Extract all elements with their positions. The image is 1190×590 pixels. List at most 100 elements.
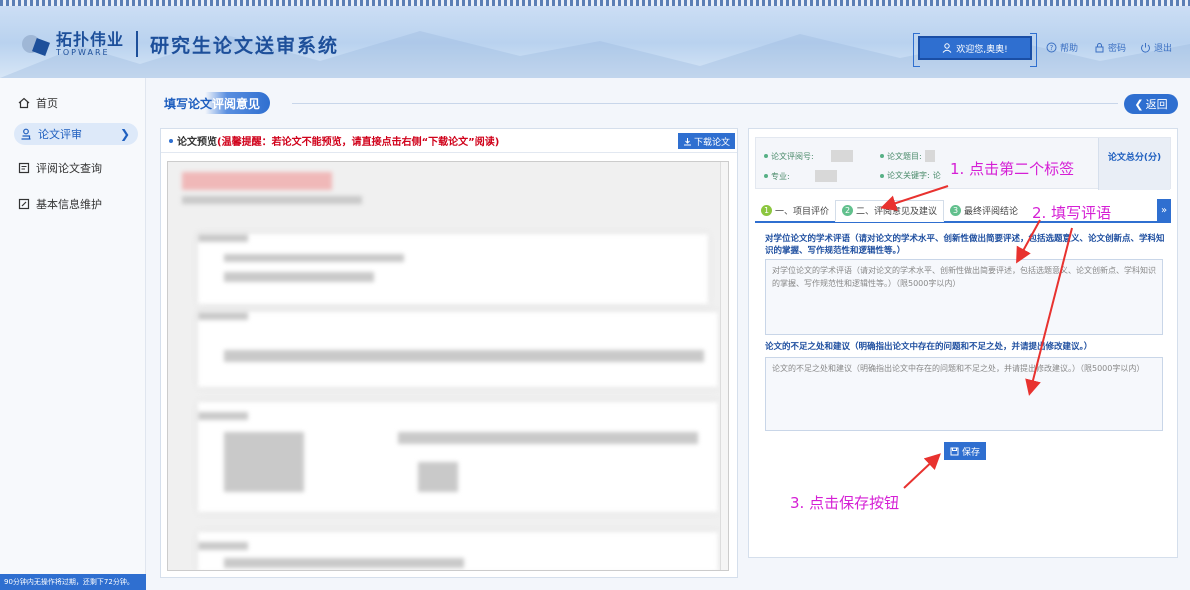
save-label: 保存	[961, 447, 980, 458]
logo-text: 拓扑伟业 TOPWARE	[56, 29, 125, 57]
logo-mark-icon	[20, 30, 50, 58]
blurred-content	[198, 234, 248, 242]
logo-text-cn: 拓扑伟业	[56, 29, 125, 49]
blurred-content	[198, 312, 248, 320]
chevron-left-icon: ❮	[1134, 97, 1144, 111]
page-title-part-a: 填写论文	[164, 96, 213, 111]
save-button[interactable]: 保存	[944, 442, 986, 460]
blurred-content	[182, 172, 332, 190]
title-divider	[292, 103, 1118, 104]
logo-text-en: TOPWARE	[56, 47, 110, 57]
sidebar-item-label: 论文评审	[38, 128, 82, 141]
topic-field: 论文题目:	[880, 150, 935, 162]
user-review-icon	[21, 128, 31, 140]
preview-warning: (温馨提醒：若论文不能预览，请直接点击右侧“下载论文”阅读)	[217, 137, 500, 148]
blurred-block	[198, 234, 708, 304]
preview-header: 论文预览 (温馨提醒：若论文不能预览，请直接点击右侧“下载论文”阅读)	[161, 129, 737, 153]
page-title: 填写论文 评阅意见	[162, 92, 271, 114]
keywords-label: 论文关键字:	[887, 171, 930, 180]
back-label: 返回	[1145, 98, 1168, 111]
svg-text:?: ?	[1050, 44, 1054, 52]
save-icon	[950, 447, 959, 455]
step-number-badge: 2	[842, 205, 854, 216]
pdf-preview-frame[interactable]	[167, 161, 729, 571]
download-icon	[683, 137, 691, 145]
document-search-icon	[18, 162, 30, 174]
welcome-badge: 欢迎您,奥奥!	[913, 33, 1037, 67]
blurred-content	[224, 432, 304, 492]
blurred-content	[198, 412, 248, 420]
step-number-badge: 1	[761, 204, 772, 216]
logo: 拓扑伟业 TOPWARE 研究生论文送审系统	[20, 30, 339, 58]
step-number-badge: 3	[950, 204, 962, 216]
academic-comment-textarea[interactable]: 对学位论文的学术评语（请对论文的学术水平、创新性做出简要评述，包括选题意义、论文…	[765, 259, 1163, 335]
help-link[interactable]: ? 帮助	[1046, 41, 1078, 54]
annotation-step3: 3. 点击保存按钮	[790, 494, 900, 512]
preview-scrollbar[interactable]	[720, 162, 728, 570]
power-icon	[1141, 43, 1150, 53]
download-label: 下载论文	[693, 137, 730, 148]
academic-comment-label: 对学位论文的学术评语（请对论文的学术水平、创新性做出简要评述，包括选题意义、论文…	[765, 234, 1165, 256]
blurred-content	[182, 196, 362, 204]
blurred-content	[418, 462, 458, 492]
bullet-dot	[880, 173, 884, 178]
app-header: 拓扑伟业 TOPWARE 研究生论文送审系统 欢迎您,奥奥! ? 帮助 密码 退…	[0, 0, 1190, 78]
tabs-scroll-right-icon[interactable]: »	[1157, 199, 1171, 221]
sidebar-item-home[interactable]: 首页	[18, 92, 138, 114]
tab-label: 最终评阅结论	[964, 206, 1019, 217]
blurred-content	[224, 558, 464, 568]
blurred-content	[224, 272, 374, 282]
bullet-dot	[880, 154, 884, 158]
home-icon	[18, 97, 30, 109]
chevron-right-icon: ❯	[119, 127, 130, 141]
help-label: 帮助	[1060, 44, 1079, 54]
password-link[interactable]: 密码	[1094, 41, 1126, 54]
keywords-field: 论文关键字: 论	[880, 170, 941, 181]
tab-label: 二、评阅意见及建议	[856, 207, 938, 217]
major-label: 专业:	[771, 171, 790, 181]
page-title-wrap: 填写论文 评阅意见	[162, 92, 271, 114]
sidebar-item-query[interactable]: 评阅论文查询	[18, 157, 138, 179]
tab-review-comments[interactable]: 2 二、评阅意见及建议	[835, 200, 945, 222]
tab-final-conclusion[interactable]: 3 最终评阅结论	[944, 199, 1024, 221]
system-title: 研究生论文送审系统	[150, 34, 340, 57]
blurred-content	[224, 254, 404, 262]
review-no-label: 论文评阅号:	[771, 151, 814, 161]
redacted-value	[924, 150, 935, 162]
major-field: 专业:	[764, 170, 837, 182]
sidebar-item-label: 评阅论文查询	[36, 162, 102, 175]
annotation-step1: 1. 点击第二个标签	[950, 160, 1075, 178]
tab-project-evaluation[interactable]: 1 一、项目评价	[755, 199, 835, 221]
sidebar-item-label: 首页	[36, 97, 58, 110]
welcome-text: 欢迎您,奥奥!	[956, 44, 1008, 55]
download-paper-button[interactable]: 下载论文	[677, 133, 735, 149]
tab-label: 一、项目评价	[775, 206, 830, 217]
user-icon	[942, 43, 952, 53]
preview-title: 论文预览	[177, 137, 217, 148]
paper-preview-panel: 论文预览 (温馨提醒：若论文不能预览，请直接点击右侧“下载论文”阅读) 下载论文	[160, 128, 738, 578]
logout-link[interactable]: 退出	[1140, 41, 1172, 54]
keywords-value: 论	[932, 171, 941, 180]
password-label: 密码	[1108, 44, 1127, 54]
review-no-field: 论文评阅号:	[764, 150, 853, 162]
shortcomings-label: 论文的不足之处和建议（明确指出论文中存在的问题和不足之处，并请提出修改建议。）	[765, 342, 1093, 352]
sidebar-item-review[interactable]: 论文评审 ❯	[14, 123, 138, 145]
bullet-dot	[764, 154, 768, 158]
logout-label: 退出	[1154, 44, 1173, 54]
lock-icon	[1095, 43, 1104, 53]
redacted-value	[830, 150, 853, 162]
help-icon: ?	[1046, 42, 1057, 53]
blurred-content	[224, 350, 704, 362]
redacted-value	[814, 170, 837, 182]
total-score-box: 论文总分(分)	[1098, 138, 1170, 190]
sidebar-item-label: 基本信息维护	[36, 198, 102, 211]
sidebar: 首页 论文评审 ❯ 评阅论文查询 基本信息维护 90分钟内无操作将过期，还剩下7…	[0, 78, 146, 590]
info-edit-icon	[18, 198, 30, 210]
back-button[interactable]: ❮ 返回	[1124, 94, 1178, 114]
blurred-content	[398, 432, 698, 444]
shortcomings-textarea[interactable]: 论文的不足之处和建议（明确指出论文中存在的问题和不足之处，并请提出修改建议。）（…	[765, 357, 1163, 431]
blurred-content	[198, 542, 248, 550]
sidebar-item-profile[interactable]: 基本信息维护	[18, 193, 138, 215]
session-timer: 90分钟内无操作将过期，还剩下72分钟。	[0, 574, 146, 590]
topic-label: 论文题目:	[887, 151, 922, 161]
